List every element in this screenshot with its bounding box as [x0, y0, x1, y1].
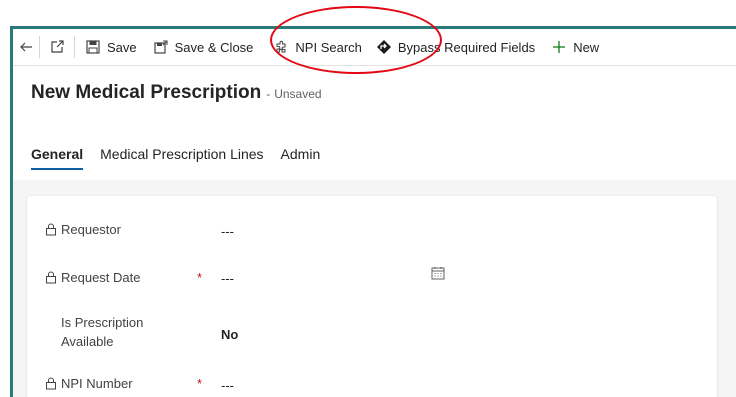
- request-date-value[interactable]: ---: [221, 271, 234, 286]
- save-status: Unsaved: [274, 87, 322, 101]
- new-label: New: [573, 39, 600, 55]
- request-date-label: Request Date: [45, 270, 141, 285]
- open-new-window-button[interactable]: [40, 29, 74, 65]
- lock-icon: [45, 271, 57, 284]
- npi-search-button[interactable]: NPI Search: [273, 29, 362, 65]
- requestor-value[interactable]: ---: [221, 224, 234, 239]
- is-prescription-available-value[interactable]: No: [221, 327, 238, 342]
- open-new-window-icon: [51, 40, 64, 53]
- puzzle-icon: [273, 39, 289, 55]
- back-arrow-icon: [20, 42, 32, 52]
- is-prescription-label-line1: Is Prescription: [61, 315, 144, 330]
- tab-medical-prescription-lines[interactable]: Medical Prescription Lines: [100, 146, 263, 170]
- save-label: Save: [107, 39, 137, 55]
- general-section: Requestor --- Request Date * --- Is Pres…: [27, 196, 717, 397]
- requestor-label-text: Requestor: [61, 222, 121, 237]
- bypass-diamond-icon: [376, 39, 392, 55]
- request-date-label-text: Request Date: [61, 270, 141, 285]
- tab-general[interactable]: General: [31, 146, 84, 170]
- requestor-label: Requestor: [45, 222, 121, 237]
- bypass-required-fields-button[interactable]: Bypass Required Fields: [376, 29, 535, 65]
- save-close-icon: [153, 39, 169, 55]
- title-separator: -: [266, 87, 271, 101]
- tab-admin[interactable]: Admin: [281, 146, 321, 170]
- app-window: Save Save & Close NPI Search Bypass Requ…: [10, 26, 736, 397]
- npi-number-label-text: NPI Number: [61, 376, 133, 391]
- calendar-icon[interactable]: [431, 266, 445, 285]
- npi-number-value[interactable]: ---: [221, 378, 234, 393]
- form-header: New Medical Prescription - Unsaved Gener…: [13, 66, 736, 180]
- page-title: New Medical Prescription: [31, 82, 262, 103]
- save-close-label: Save & Close: [174, 39, 254, 55]
- title-row: New Medical Prescription - Unsaved: [31, 82, 322, 104]
- required-asterisk: *: [197, 270, 203, 285]
- is-prescription-available-label: Is Prescription Available: [61, 313, 143, 351]
- tab-list: General Medical Prescription Lines Admin: [31, 146, 337, 170]
- toolbar-divider: [74, 36, 75, 58]
- is-prescription-label-line2: Available: [61, 334, 114, 349]
- command-bar: Save Save & Close NPI Search Bypass Requ…: [13, 29, 736, 66]
- plus-icon: [551, 39, 567, 55]
- npi-search-label: NPI Search: [295, 39, 362, 55]
- back-button[interactable]: [13, 29, 39, 65]
- lock-icon: [45, 377, 57, 390]
- required-asterisk: *: [197, 376, 203, 391]
- npi-number-label: NPI Number: [45, 376, 133, 391]
- save-button[interactable]: Save: [85, 29, 137, 65]
- save-icon: [85, 39, 101, 55]
- new-button[interactable]: New: [551, 29, 599, 65]
- bypass-label: Bypass Required Fields: [397, 39, 536, 55]
- save-close-button[interactable]: Save & Close: [153, 29, 254, 65]
- lock-icon: [45, 223, 57, 236]
